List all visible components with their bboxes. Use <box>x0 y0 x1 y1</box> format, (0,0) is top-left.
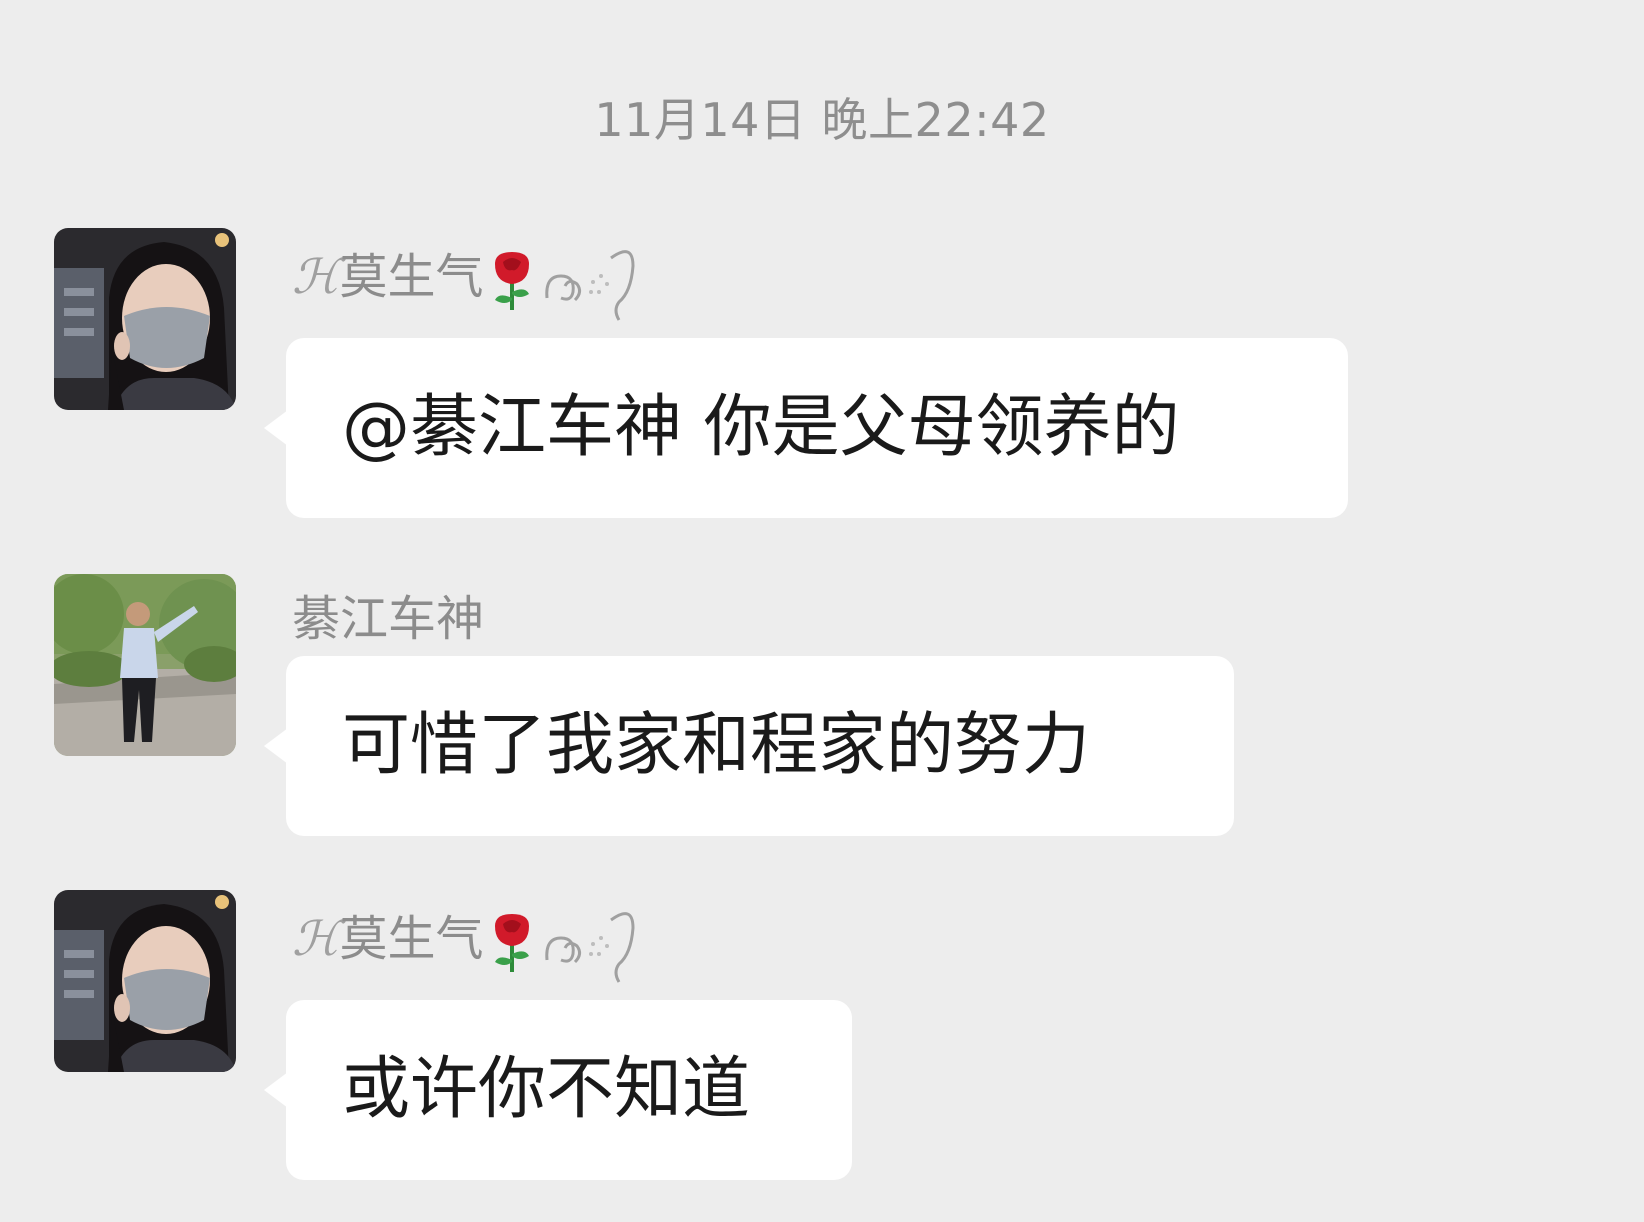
sender-name: ℋ莫生气 <box>292 900 637 984</box>
woman-avatar-image <box>54 890 236 1072</box>
swirl-icon <box>545 250 635 321</box>
message-bubble[interactable]: 或许你不知道 <box>264 1000 852 1180</box>
sender-avatar[interactable] <box>54 228 236 410</box>
sender-name-text: 綦江车神 <box>292 591 485 647</box>
sender-name-text: 莫生气 <box>339 249 484 305</box>
sender-avatar[interactable] <box>54 890 236 1072</box>
rose-icon <box>495 252 530 310</box>
woman-avatar-image <box>54 228 236 410</box>
sender-prefix: ℋ <box>292 249 340 305</box>
sender-name: 綦江车神 <box>292 584 484 654</box>
sender-prefix: ℋ <box>292 911 340 967</box>
sender-name-text: 莫生气 <box>339 911 484 967</box>
swirl-icon <box>545 912 635 983</box>
message-bubble[interactable]: 可惜了我家和程家的努力 <box>264 656 1234 836</box>
message-bubble[interactable]: @綦江车神 你是父母领养的 <box>264 338 1348 518</box>
sender-name: ℋ莫生气 <box>292 238 637 322</box>
man-avatar-image <box>54 574 236 756</box>
rose-icon <box>495 914 530 972</box>
chat-timestamp: 11月14日 晚上22:42 <box>594 93 1050 147</box>
sender-avatar[interactable] <box>54 574 236 756</box>
